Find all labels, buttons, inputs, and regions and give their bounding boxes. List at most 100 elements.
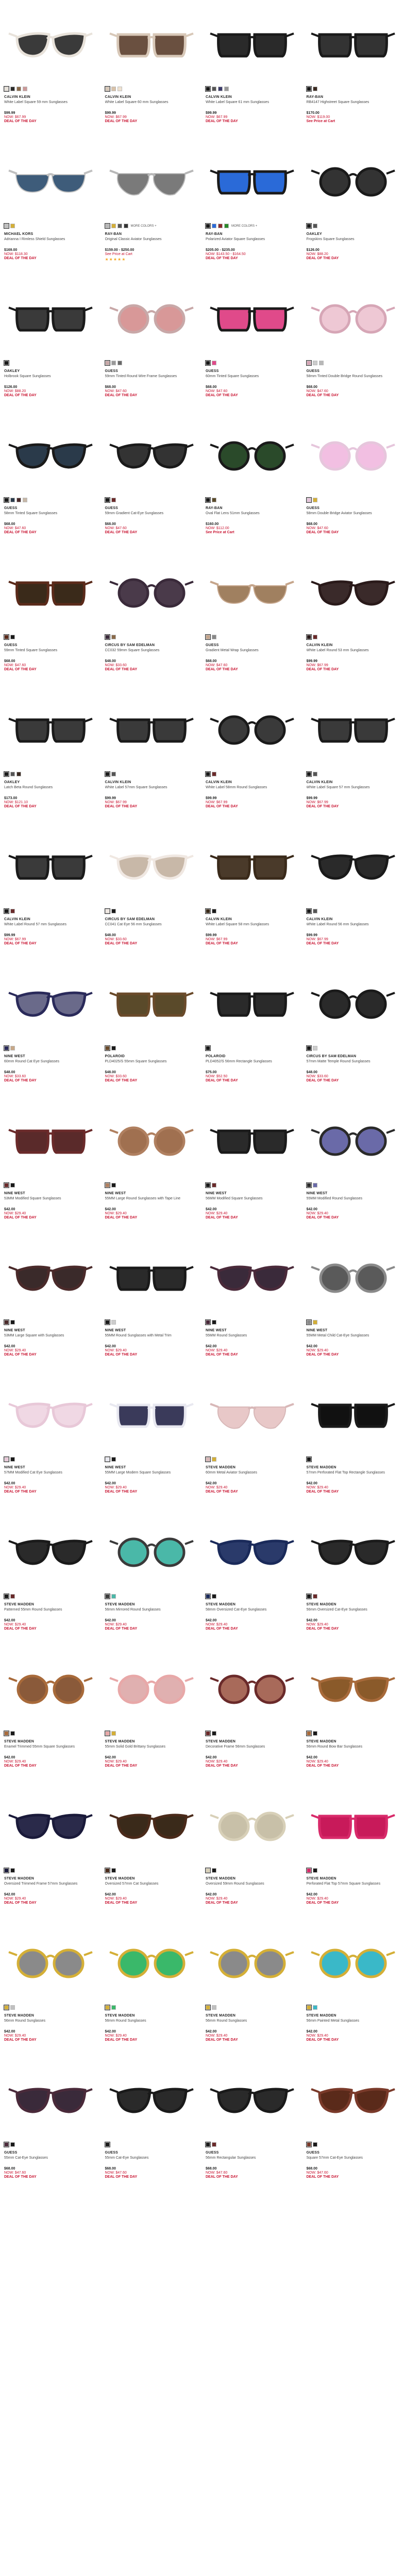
product-name[interactable]: Adrianna I Rimless Shield Sunglasses	[4, 237, 97, 246]
product-image[interactable]	[307, 551, 399, 632]
color-swatch[interactable]	[16, 87, 21, 91]
product-image[interactable]	[307, 1648, 399, 1728]
product-image[interactable]	[206, 1374, 298, 1454]
color-swatch[interactable]	[111, 1594, 116, 1599]
color-swatch[interactable]	[10, 224, 15, 228]
color-swatch[interactable]	[306, 1731, 312, 1736]
color-swatch[interactable]	[212, 1731, 216, 1736]
product-image[interactable]	[4, 1785, 97, 1865]
color-swatch[interactable]	[312, 224, 317, 228]
color-swatch[interactable]	[111, 498, 116, 502]
color-swatch[interactable]	[111, 1183, 116, 1188]
product-card[interactable]: CALVIN KLEIN White Label Square 58 mm Sun…	[202, 822, 303, 959]
color-swatch[interactable]	[4, 1868, 9, 1873]
color-swatch[interactable]	[306, 908, 312, 914]
color-swatch[interactable]	[205, 1182, 211, 1188]
color-swatch[interactable]	[306, 497, 312, 503]
product-image[interactable]	[307, 1511, 399, 1591]
color-swatch[interactable]	[312, 1183, 317, 1188]
product-card[interactable]: MORE COLORS + RAY-BAN Polarized Aviator Sq…	[202, 137, 303, 274]
color-swatch[interactable]	[4, 1594, 9, 1599]
product-card[interactable]: GUESS 56mm Rectangular Sunglasses $68.00 NO…	[202, 2056, 303, 2193]
product-card[interactable]: NINE WEST 55MM Round Sunglasses $42.00 NOW:…	[202, 1233, 303, 1370]
product-name[interactable]: 56MM Modified Square Sunglasses	[206, 1196, 298, 1206]
color-swatch[interactable]	[306, 1868, 312, 1873]
color-swatch[interactable]	[312, 87, 317, 91]
color-swatch[interactable]	[4, 86, 9, 92]
product-image[interactable]	[4, 1922, 97, 2002]
color-swatch[interactable]	[10, 498, 15, 502]
product-name[interactable]: 55mm Cat-Eye Sunglasses	[4, 2156, 97, 2165]
color-swatch[interactable]	[117, 361, 122, 365]
color-swatch[interactable]	[4, 634, 9, 640]
product-card[interactable]: STEVE MADDEN Enamel Trimmed 55mm Square S…	[0, 1645, 101, 1782]
color-swatch[interactable]	[111, 1320, 116, 1325]
color-swatch[interactable]	[10, 1320, 15, 1325]
product-card[interactable]: GUESS 58mm Tinted Double Bridge Round Sun…	[303, 274, 403, 411]
color-swatch[interactable]	[104, 634, 110, 640]
color-swatch[interactable]	[212, 1594, 216, 1599]
color-swatch[interactable]	[205, 1456, 211, 1462]
color-swatch[interactable]	[111, 1457, 116, 1462]
color-swatch[interactable]	[4, 1456, 9, 1462]
product-image[interactable]	[105, 1648, 198, 1728]
color-swatch[interactable]	[205, 497, 211, 503]
product-name[interactable]: 58mm Oversized Cat-Eye Sunglasses	[206, 1607, 298, 1617]
product-card[interactable]: NINE WEST 57MM Modified Cat Eye Sunglasse…	[0, 1370, 101, 1507]
product-card[interactable]: GUESS 55mm Cat-Eye Sunglasses $68.00 NOW: $…	[101, 2056, 202, 2193]
color-swatch[interactable]	[306, 1182, 312, 1188]
color-swatch[interactable]	[10, 1046, 15, 1050]
product-image[interactable]	[4, 1648, 97, 1728]
product-card[interactable]: STEVE MADDEN Oversized 59mm Round Sunglas…	[202, 1782, 303, 1919]
product-card[interactable]: POLAROID PLD4025/S 55mm Square Sunglasses…	[101, 959, 202, 1096]
product-image[interactable]	[4, 3, 97, 83]
color-swatch[interactable]	[111, 1731, 116, 1736]
product-image[interactable]	[105, 1511, 198, 1591]
product-image[interactable]	[307, 1236, 399, 1317]
color-swatch[interactable]	[224, 87, 229, 91]
product-name[interactable]: Original Classic Aviator Sunglasses	[105, 237, 198, 246]
color-swatch[interactable]	[212, 498, 216, 502]
product-name[interactable]: Decorative Frame 56mm Sunglasses	[206, 1744, 298, 1754]
product-image[interactable]	[206, 1236, 298, 1317]
product-card[interactable]: CALVIN KLEIN White Label Round 56 mm Sung…	[303, 822, 403, 959]
color-swatch[interactable]	[104, 360, 110, 366]
product-card[interactable]: STEVE MADDEN 56mm Round Sunglasses $42.00 N…	[101, 1919, 202, 2056]
product-card[interactable]: GUESS 58mm Tinted Square Sunglasses $68.00…	[0, 411, 101, 548]
color-swatch[interactable]	[205, 223, 211, 229]
product-image[interactable]	[307, 1374, 399, 1454]
color-swatch[interactable]	[312, 1320, 317, 1325]
more-colors-link[interactable]: MORE COLORS +	[131, 225, 157, 228]
product-name[interactable]: Holbrook Square Sunglasses	[4, 374, 97, 383]
product-image[interactable]	[105, 1099, 198, 1180]
product-name[interactable]: 56mm Oversized Cat-Eye Sunglasses	[307, 1607, 399, 1617]
product-card[interactable]: NINE WEST 56MM Modified Square Sunglasses…	[202, 1096, 303, 1233]
color-swatch[interactable]	[205, 1594, 211, 1599]
color-swatch[interactable]	[205, 2005, 211, 2010]
color-swatch[interactable]	[312, 1731, 317, 1736]
color-swatch[interactable]	[4, 1182, 9, 1188]
product-image[interactable]	[105, 825, 198, 906]
product-card[interactable]: CALVIN KLEIN White Label Square 59 mm Sun…	[0, 0, 101, 137]
product-card[interactable]: STEVE MADDEN 58mm Oversized Cat-Eye Sungl…	[202, 1507, 303, 1645]
product-name[interactable]: 59mm Tinted Round Wire Frame Sunglasses	[105, 374, 198, 383]
product-image[interactable]	[307, 277, 399, 358]
color-swatch[interactable]	[306, 360, 312, 366]
product-card[interactable]: STEVE MADDEN 55mm Solid Gold Brittany Sun…	[101, 1645, 202, 1782]
color-swatch[interactable]	[104, 908, 110, 914]
color-swatch[interactable]	[306, 2005, 312, 2010]
color-swatch[interactable]	[212, 224, 216, 228]
color-swatch[interactable]	[306, 771, 312, 777]
color-swatch[interactable]	[104, 497, 110, 503]
product-card[interactable]: POLAROID PLD4052/S 56mm Rectangle Sunglas…	[202, 959, 303, 1096]
product-image[interactable]	[307, 2059, 399, 2139]
color-swatch[interactable]	[306, 1319, 312, 1325]
product-name[interactable]: Square 57mm Cat-Eye Sunglasses	[307, 2156, 399, 2165]
color-swatch[interactable]	[117, 224, 122, 228]
color-swatch[interactable]	[111, 635, 116, 639]
color-swatch[interactable]	[10, 87, 15, 91]
product-card[interactable]: GUESS Square 57mm Cat-Eye Sunglasses $68.0…	[303, 2056, 403, 2193]
product-card[interactable]: STEVE MADDEN 56mm Painted Metal Sunglasse…	[303, 1919, 403, 2056]
color-swatch[interactable]	[23, 87, 27, 91]
color-swatch[interactable]	[4, 360, 9, 366]
